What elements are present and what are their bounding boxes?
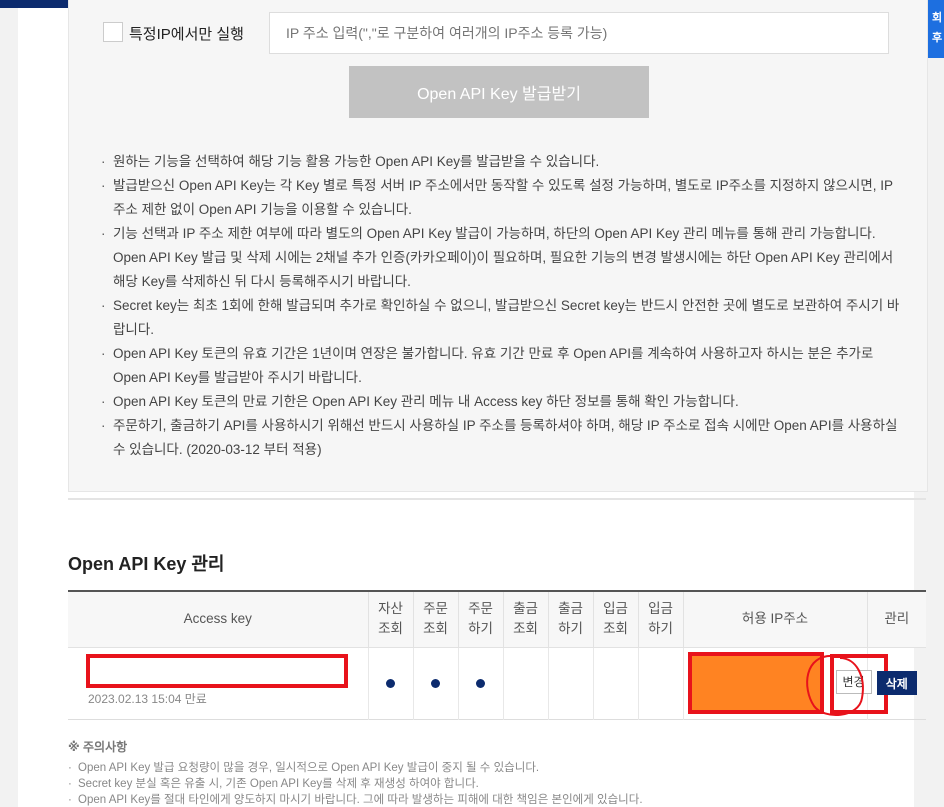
caution-title: ※ 주의사항 [68,740,128,754]
api-key-table: Access key 자산 조회 주문 조회 주문 하기 출금 조회 출금 하기 입금 조회… [68,590,926,720]
perm-deposit-do [637,647,683,719]
ip-restrict-checkbox[interactable] [103,22,123,42]
perm-order-view [412,647,458,719]
perm-order-place [457,647,503,719]
notice-item: 주문하기, 출금하기 API를 사용하시기 위해선 반드시 사용하실 IP 주소… [101,414,901,462]
caution-item: Secret key 분실 혹은 유출 시, 기존 Open API Key를 … [68,776,868,792]
col-asset-view: 자산 조회 [367,591,413,648]
panel-divider [68,498,926,500]
caution-item: Open API Key를 절대 타인에게 양도하지 마시기 바랍니다. 그에 … [68,792,868,807]
col-withdraw-view: 출금 조회 [502,591,548,648]
perm-asset-view [367,647,413,719]
col-allowed-ip: 허용 IP주소 [682,591,867,648]
caution-item: Open API Key 발급 요청량이 많을 경우, 일시적으로 Open A… [68,760,868,776]
issue-api-key-button[interactable]: Open API Key 발급받기 [349,66,649,118]
check-dot-icon [476,678,485,688]
expire-date: 2023.02.13 15:04 만료 [88,691,207,706]
ip-address-redaction [687,651,824,714]
notice-item: Open API Key 토큰의 유효 기간은 1년이며 연장은 불가합니다. … [101,342,901,390]
ip-address-input[interactable] [269,12,889,54]
notice-item: Open API Key 토큰의 만료 기한은 Open API Key 관리 … [101,390,901,414]
col-deposit-do: 입금 하기 [637,591,683,648]
access-key-redaction [86,653,348,688]
check-dot-icon [431,678,440,688]
col-access-key: Access key [68,591,368,648]
perm-withdraw-view [502,647,548,719]
perm-withdraw-do [547,647,593,719]
col-deposit-view: 입금 조회 [592,591,638,648]
api-key-issue-panel: 특정IP에서만 실행 Open API Key 발급받기 원하는 기능을 선택하… [68,0,928,492]
col-manage: 관리 [866,591,926,648]
ip-restriction-row: 특정IP에서만 실행 [103,12,903,54]
col-withdraw-do: 출금 하기 [547,591,593,648]
ip-restrict-label: 특정IP에서만 실행 [129,26,244,43]
notice-item: 기능 선택과 IP 주소 제한 여부에 따라 별도의 Open API Key … [101,222,901,294]
notice-item: Secret key는 최초 1회에 한해 발급되며 추가로 확인하실 수 없으… [101,294,901,342]
management-title: Open API Key 관리 [68,554,225,574]
caution-list: Open API Key 발급 요청량이 많을 경우, 일시적으로 Open A… [68,760,868,807]
check-dot-icon [386,678,395,688]
notice-item: 발급받으신 Open API Key는 각 Key 별로 특정 서버 IP 주소… [101,174,901,222]
access-key-cell: 2023.02.13 15:04 만료 [68,647,368,719]
col-order-view: 주문 조회 [412,591,458,648]
perm-deposit-view [592,647,638,719]
notice-list: 원하는 기능을 선택하여 해당 기능 활용 가능한 Open API Key를 … [101,150,901,462]
notice-item: 원하는 기능을 선택하여 해당 기능 활용 가능한 Open API Key를 … [101,150,901,174]
table-row: 2023.02.13 15:04 만료 변경 삭제 [68,647,926,719]
allowed-ip-cell: 변경 [682,647,888,719]
col-order-place: 주문 하기 [457,591,503,648]
delete-key-button[interactable]: 삭제 [876,671,917,695]
manage-cell: 삭제 [866,647,926,719]
